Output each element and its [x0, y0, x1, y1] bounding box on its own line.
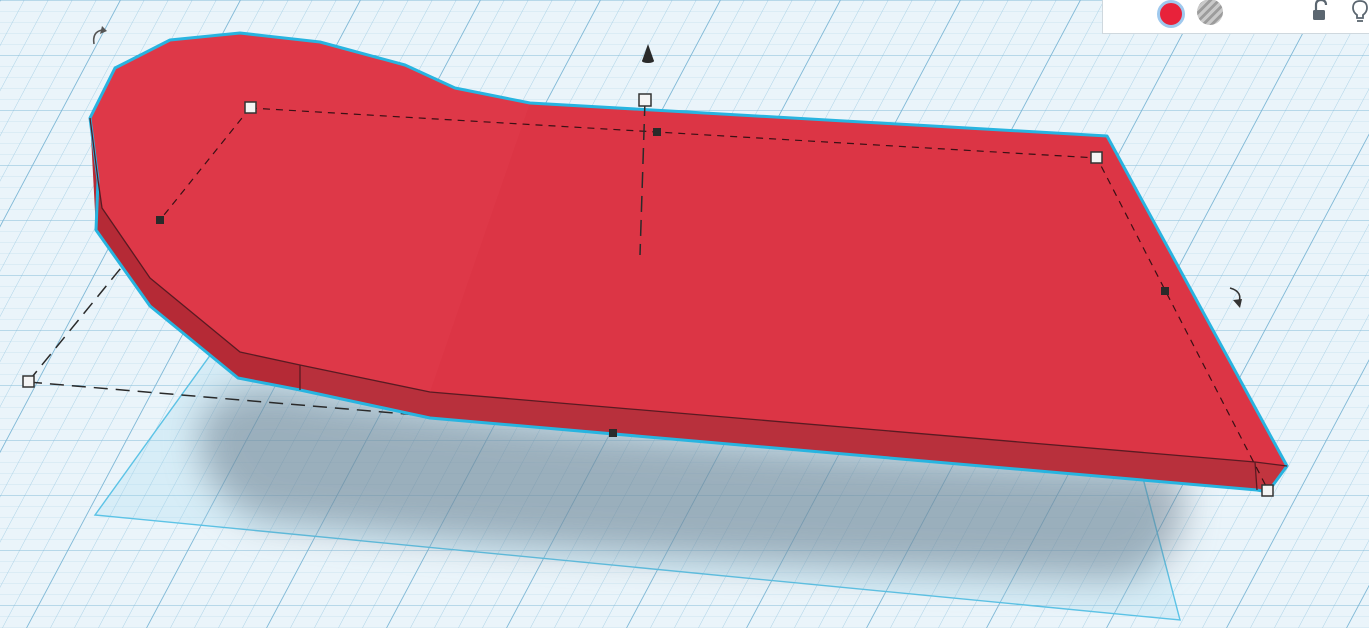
shape-toolbar	[1102, 0, 1369, 34]
corner-handle-front-right[interactable]	[1261, 484, 1274, 497]
hole-pattern-swatch[interactable]	[1197, 0, 1223, 25]
light-bulb-icon[interactable]	[1350, 0, 1369, 25]
height-handle-top[interactable]	[638, 93, 652, 107]
corner-handle-back-left[interactable]	[244, 101, 257, 114]
side-handle-back[interactable]	[653, 128, 661, 136]
side-handle-front[interactable]	[609, 429, 617, 437]
side-handle-left[interactable]	[156, 216, 164, 224]
side-handle-right[interactable]	[1161, 287, 1169, 295]
corner-handle-front-left[interactable]	[22, 375, 35, 388]
3d-workplane[interactable]	[0, 0, 1369, 628]
solid-color-swatch[interactable]	[1157, 0, 1185, 28]
lock-open-icon[interactable]	[1310, 0, 1330, 23]
cone-height-handle-base	[642, 59, 654, 63]
corner-handle-back-right[interactable]	[1090, 151, 1103, 164]
